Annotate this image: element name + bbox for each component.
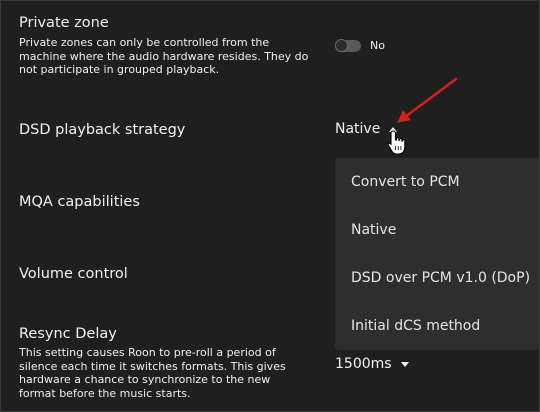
hand-cursor-icon — [387, 130, 406, 155]
annotation-overlay — [387, 77, 458, 155]
settings-panel: Private zone Private zones can only be c… — [0, 0, 540, 412]
red-arrow-annotation — [397, 77, 458, 123]
